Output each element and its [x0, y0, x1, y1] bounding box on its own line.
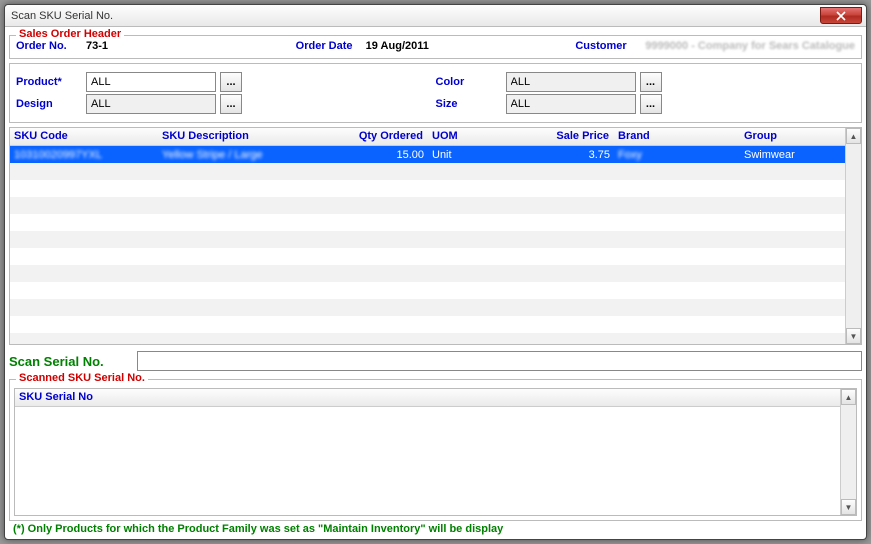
order-date-value: 19 Aug/2011 [366, 40, 429, 52]
color-label: Color [436, 76, 506, 88]
scanned-scroll-up[interactable]: ▲ [841, 389, 856, 405]
table-row[interactable] [10, 248, 845, 265]
col-price[interactable]: Sale Price [546, 128, 614, 145]
scanned-grid-body[interactable] [15, 407, 840, 515]
product-label: Product* [16, 76, 86, 88]
scanned-grid: SKU Serial No ▲ ▼ [14, 388, 857, 516]
color-input[interactable] [506, 72, 636, 92]
header-legend: Sales Order Header [16, 28, 124, 40]
cell: Yellow Stripe / Large [158, 148, 336, 162]
product-input[interactable] [86, 72, 216, 92]
header-row: Order No. 73-1 Order Date 19 Aug/2011 Cu… [16, 40, 855, 52]
scroll-track[interactable] [846, 144, 861, 328]
table-row[interactable] [10, 231, 845, 248]
sku-grid: SKU Code SKU Description Qty Ordered UOM… [9, 127, 862, 345]
cell: 3.75 [546, 148, 614, 162]
order-no-label: Order No. [16, 40, 86, 52]
scanned-serial-group: Scanned SKU Serial No. SKU Serial No ▲ ▼ [9, 379, 862, 521]
col-serial[interactable]: SKU Serial No [15, 389, 97, 406]
table-row[interactable] [10, 197, 845, 214]
customer-label: Customer [575, 40, 645, 52]
design-lookup-button[interactable]: ... [220, 94, 242, 114]
window-title: Scan SKU Serial No. [11, 10, 113, 22]
col-group[interactable]: Group [740, 128, 840, 145]
scan-serial-row: Scan Serial No. [9, 351, 862, 371]
scanned-scroll-down[interactable]: ▼ [841, 499, 856, 515]
table-row[interactable] [10, 316, 845, 333]
grid-scrollbar[interactable]: ▲ ▼ [845, 128, 861, 344]
filter-group: Product* ... Color ... Design ... Size [9, 63, 862, 123]
order-no-value: 73-1 [86, 40, 108, 52]
scan-serial-label: Scan Serial No. [9, 354, 137, 369]
table-row[interactable] [10, 333, 845, 344]
table-row[interactable] [10, 282, 845, 299]
dialog-window: Scan SKU Serial No. Sales Order Header O… [4, 4, 867, 540]
size-input[interactable] [506, 94, 636, 114]
cell: 10310020997YXL [10, 148, 158, 162]
sales-order-header-group: Sales Order Header Order No. 73-1 Order … [9, 35, 862, 59]
col-brand[interactable]: Brand [614, 128, 740, 145]
table-row[interactable] [10, 299, 845, 316]
titlebar: Scan SKU Serial No. [5, 5, 866, 27]
color-lookup-button[interactable]: ... [640, 72, 662, 92]
close-icon [836, 11, 846, 21]
footer-note: (*) Only Products for which the Product … [9, 521, 862, 537]
cell: 15.00 [336, 148, 428, 162]
table-row[interactable] [10, 180, 845, 197]
cell: Foxy [614, 148, 740, 162]
cell: Unit [428, 148, 546, 162]
scanned-scroll-track[interactable] [841, 405, 856, 499]
scanned-grid-header: SKU Serial No [15, 389, 840, 407]
table-row[interactable] [10, 265, 845, 282]
sku-grid-body[interactable]: 10310020997YXLYellow Stripe / Large15.00… [10, 146, 845, 344]
size-label: Size [436, 98, 506, 110]
close-button[interactable] [820, 7, 862, 24]
design-label: Design [16, 98, 86, 110]
design-input[interactable] [86, 94, 216, 114]
scanned-legend: Scanned SKU Serial No. [16, 372, 148, 384]
col-sku[interactable]: SKU Code [10, 128, 158, 145]
customer-value: 9999000 - Company for Sears Catalogue [645, 40, 855, 52]
content-area: Sales Order Header Order No. 73-1 Order … [5, 27, 866, 539]
scanned-scrollbar[interactable]: ▲ ▼ [840, 389, 856, 515]
scroll-up-button[interactable]: ▲ [846, 128, 861, 144]
sku-grid-header: SKU Code SKU Description Qty Ordered UOM… [10, 128, 845, 146]
product-lookup-button[interactable]: ... [220, 72, 242, 92]
col-desc[interactable]: SKU Description [158, 128, 336, 145]
scroll-down-button[interactable]: ▼ [846, 328, 861, 344]
col-uom[interactable]: UOM [428, 128, 546, 145]
cell: Swimwear [740, 148, 840, 162]
scan-serial-input[interactable] [137, 351, 862, 371]
table-row[interactable] [10, 163, 845, 180]
order-date-label: Order Date [296, 40, 366, 52]
table-row[interactable]: 10310020997YXLYellow Stripe / Large15.00… [10, 146, 845, 163]
col-qty[interactable]: Qty Ordered [336, 128, 428, 145]
size-lookup-button[interactable]: ... [640, 94, 662, 114]
table-row[interactable] [10, 214, 845, 231]
